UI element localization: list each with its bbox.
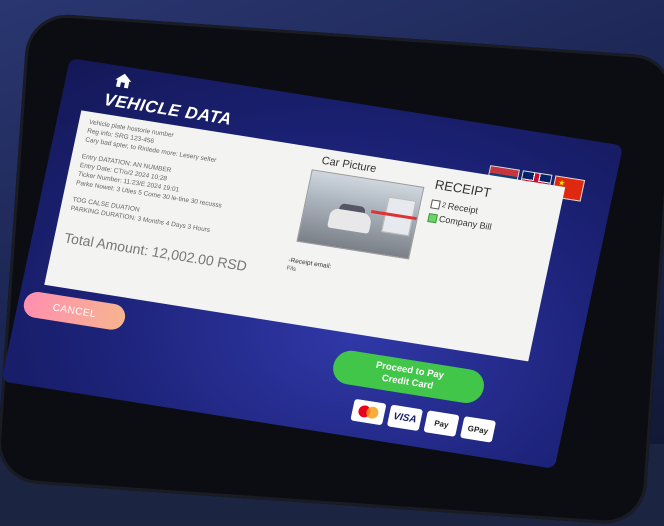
checkbox-receipt[interactable] — [430, 198, 441, 210]
mastercard-icon[interactable] — [350, 398, 387, 426]
home-icon[interactable] — [113, 71, 134, 89]
cancel-button[interactable]: CANCEL — [21, 290, 128, 332]
car-picture — [296, 169, 425, 260]
google-pay-icon[interactable]: GPay — [459, 416, 497, 443]
company-bill-option[interactable]: Company Bill — [427, 212, 493, 232]
apple-pay-label: Pay — [433, 418, 450, 430]
receipt-title: RECEIPT — [433, 176, 493, 201]
fills-label: Fils — [285, 265, 297, 273]
apple-pay-icon[interactable]: Pay — [423, 410, 460, 437]
company-bill-label: Company Bill — [438, 213, 493, 232]
checkbox-prefix: 2 — [441, 201, 447, 210]
vehicle-info: Vehicle plate hostorie number Reg info: … — [70, 118, 298, 246]
proceed-to-pay-button[interactable]: Proceed to Pay Credit Card — [329, 348, 488, 406]
checkbox-company-bill[interactable] — [427, 212, 439, 223]
visa-icon[interactable]: VISA — [386, 404, 424, 432]
receipt-option-label: Receipt — [446, 201, 480, 216]
payment-methods: VISA Pay GPay — [350, 398, 497, 443]
car-body — [327, 207, 373, 234]
